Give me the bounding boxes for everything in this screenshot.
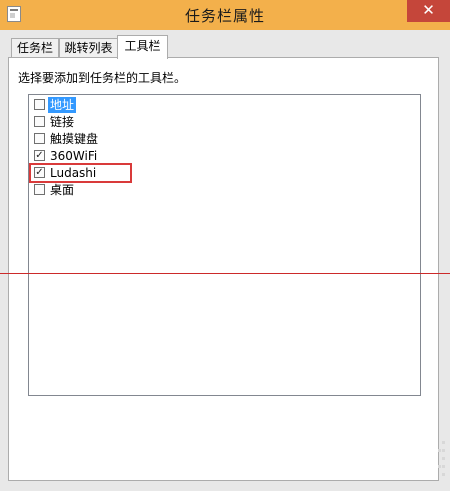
list-item-label: 地址: [48, 97, 77, 113]
list-item-label: 触摸键盘: [50, 132, 99, 146]
ludashi-highlight-box: [29, 163, 132, 183]
taskbar-properties-window: 任务栏属性 ✕ 任务栏 跳转列表 工具栏 选择要添加到任务栏的工具栏。 地址 链…: [0, 0, 450, 491]
tab-taskbar[interactable]: 任务栏: [11, 38, 59, 58]
close-button[interactable]: ✕: [407, 0, 450, 22]
toolbar-list[interactable]: 地址 链接 触摸键盘 ✓ 360WiFi ✓ Ludashi 桌面: [28, 94, 421, 396]
list-item-links[interactable]: 链接: [33, 114, 233, 130]
list-item-360wifi[interactable]: ✓ 360WiFi: [33, 148, 233, 164]
title-bar[interactable]: 任务栏属性 ✕: [0, 0, 450, 30]
window-title: 任务栏属性: [184, 7, 265, 25]
tab-toolbars[interactable]: 工具栏: [117, 35, 168, 59]
desktop-checkbox[interactable]: [34, 184, 45, 195]
list-item-touch-keyboard[interactable]: 触摸键盘: [33, 131, 233, 147]
links-checkbox[interactable]: [34, 116, 45, 127]
list-item-address[interactable]: 地址: [33, 97, 233, 113]
list-item-label: 360WiFi: [50, 149, 98, 163]
resize-grip[interactable]: [434, 423, 448, 489]
list-item-label: 桌面: [50, 183, 75, 197]
red-guide-line: [0, 273, 450, 274]
360wifi-checkbox[interactable]: ✓: [34, 150, 45, 161]
check-icon: ✓: [35, 150, 44, 161]
close-icon: ✕: [422, 1, 435, 19]
list-item-label: 链接: [50, 115, 75, 129]
touch-keyboard-checkbox[interactable]: [34, 133, 45, 144]
instruction-text: 选择要添加到任务栏的工具栏。: [18, 71, 187, 85]
address-checkbox[interactable]: [34, 99, 45, 110]
list-item-desktop[interactable]: 桌面: [33, 182, 233, 198]
tab-jump-list[interactable]: 跳转列表: [59, 38, 118, 58]
